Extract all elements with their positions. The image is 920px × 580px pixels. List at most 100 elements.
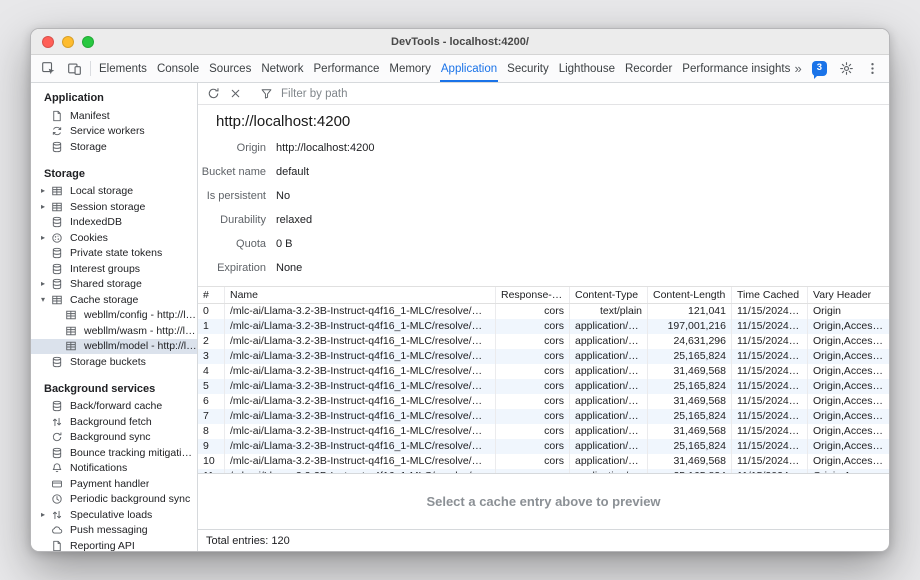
- expander-collapsed-icon[interactable]: ▸: [37, 234, 49, 242]
- more-options-icon[interactable]: [859, 61, 885, 76]
- cache-entry-row[interactable]: 5/mlc-ai/Llama-3.2-3B-Instruct-q4f16_1-M…: [198, 379, 889, 394]
- cell-response-type: cors: [495, 454, 569, 469]
- cell-name: /mlc-ai/Llama-3.2-3B-Instruct-q4f16_1-ML…: [224, 454, 495, 469]
- sidebar-item-bounce-tracking-mitigations[interactable]: Bounce tracking mitigations: [31, 445, 197, 461]
- database-icon: [49, 216, 65, 228]
- issues-badge[interactable]: 3: [812, 61, 827, 76]
- sidebar-item-cookies[interactable]: ▸ Cookies: [31, 230, 197, 246]
- sidebar-item-interest-groups[interactable]: Interest groups: [31, 261, 197, 277]
- sidebar-item-label: Service workers: [70, 125, 145, 137]
- column-header-content-type[interactable]: Content-Type: [569, 287, 647, 303]
- close-window-button[interactable]: [42, 36, 54, 48]
- column-header-vary-header[interactable]: Vary Header: [807, 287, 889, 303]
- cache-entry-row[interactable]: 0/mlc-ai/Llama-3.2-3B-Instruct-q4f16_1-M…: [198, 304, 889, 319]
- cell-vary-header: Origin,Access...: [807, 379, 889, 394]
- sidebar-item-private-state-tokens[interactable]: Private state tokens: [31, 246, 197, 262]
- cache-entry-row[interactable]: 4/mlc-ai/Llama-3.2-3B-Instruct-q4f16_1-M…: [198, 364, 889, 379]
- tab-recorder[interactable]: Recorder: [620, 55, 677, 82]
- cell-content-length: 31,469,568: [647, 424, 731, 439]
- minimize-window-button[interactable]: [62, 36, 74, 48]
- sidebar-item-webllm-config-http-loc[interactable]: webllm/config - http://loc...: [31, 308, 197, 324]
- cache-entry-row[interactable]: 10/mlc-ai/Llama-3.2-3B-Instruct-q4f16_1-…: [198, 454, 889, 469]
- tab-sources[interactable]: Sources: [204, 55, 256, 82]
- tab-network[interactable]: Network: [256, 55, 308, 82]
- sidebar-item-indexeddb[interactable]: IndexedDB: [31, 215, 197, 231]
- tab-elements[interactable]: Elements: [94, 55, 152, 82]
- sidebar-item-periodic-background-sync[interactable]: Periodic background sync: [31, 492, 197, 508]
- column-header-content-length[interactable]: Content-Length: [647, 287, 731, 303]
- cache-entry-row[interactable]: 6/mlc-ai/Llama-3.2-3B-Instruct-q4f16_1-M…: [198, 394, 889, 409]
- sidebar-item-storage[interactable]: Storage: [31, 139, 197, 155]
- sidebar-item-service-workers[interactable]: Service workers: [31, 124, 197, 140]
- tab-security[interactable]: Security: [502, 55, 554, 82]
- tab-console[interactable]: Console: [152, 55, 204, 82]
- device-toolbar-icon[interactable]: [61, 55, 87, 82]
- metadata-label: Origin: [198, 142, 266, 154]
- payment-card-icon: [49, 478, 65, 490]
- tab-label: Memory: [389, 63, 431, 75]
- sidebar-item-payment-handler[interactable]: Payment handler: [31, 476, 197, 492]
- tab-memory[interactable]: Memory: [384, 55, 436, 82]
- sidebar-item-speculative-loads[interactable]: ▸Speculative loads: [31, 507, 197, 523]
- sidebar-item-cache-storage[interactable]: ▾Cache storage: [31, 292, 197, 308]
- expander-collapsed-icon[interactable]: ▸: [37, 511, 49, 519]
- sidebar-item-background-sync[interactable]: Background sync: [31, 430, 197, 446]
- cache-entry-row[interactable]: 3/mlc-ai/Llama-3.2-3B-Instruct-q4f16_1-M…: [198, 349, 889, 364]
- tab-label: Application: [441, 63, 497, 75]
- cache-entry-row[interactable]: 7/mlc-ai/Llama-3.2-3B-Instruct-q4f16_1-M…: [198, 409, 889, 424]
- sidebar-item-webllm-model-http-loc[interactable]: webllm/model - http://loc...: [31, 339, 197, 355]
- cell-response-type: cors: [495, 319, 569, 334]
- zoom-window-button[interactable]: [82, 36, 94, 48]
- column-header-name[interactable]: Name: [224, 287, 495, 303]
- expander-collapsed-icon[interactable]: ▸: [37, 280, 49, 288]
- bell-icon: [49, 462, 65, 474]
- tab-application[interactable]: Application: [436, 55, 502, 82]
- sidebar-item-shared-storage[interactable]: ▸Shared storage: [31, 277, 197, 293]
- sidebar-item-reporting-api[interactable]: Reporting API: [31, 538, 197, 551]
- sidebar-item-manifest[interactable]: Manifest: [31, 108, 197, 124]
- cell-: 9: [198, 439, 224, 454]
- column-header-time-cached[interactable]: Time Cached: [731, 287, 807, 303]
- tab-performance-insights[interactable]: Performance insights: [677, 55, 790, 82]
- window-titlebar[interactable]: DevTools - localhost:4200/: [31, 29, 889, 55]
- cell-content-type: application/oc...: [569, 409, 647, 424]
- cache-entry-row[interactable]: 1/mlc-ai/Llama-3.2-3B-Instruct-q4f16_1-M…: [198, 319, 889, 334]
- expander-collapsed-icon[interactable]: ▸: [37, 187, 49, 195]
- filter-input[interactable]: [281, 88, 884, 100]
- column-header-[interactable]: #: [198, 287, 224, 303]
- cell-name: /mlc-ai/Llama-3.2-3B-Instruct-q4f16_1-ML…: [224, 424, 495, 439]
- sidebar-item-storage-buckets[interactable]: Storage buckets: [31, 354, 197, 370]
- document-icon: [49, 540, 65, 551]
- tab-label: Network: [261, 63, 303, 75]
- sidebar-item-webllm-wasm-http-loca[interactable]: webllm/wasm - http://loca...: [31, 323, 197, 339]
- expander-collapsed-icon[interactable]: ▸: [37, 203, 49, 211]
- sidebar-item-label: Push messaging: [70, 524, 148, 536]
- sidebar-item-label: Cookies: [70, 232, 108, 244]
- sidebar-item-background-fetch[interactable]: Background fetch: [31, 414, 197, 430]
- sidebar-item-local-storage[interactable]: ▸Local storage: [31, 184, 197, 200]
- inspect-cursor-icon[interactable]: [35, 55, 61, 82]
- tab-performance[interactable]: Performance: [309, 55, 385, 82]
- cell-content-type: application/oc...: [569, 394, 647, 409]
- cell-vary-header: Origin,Access...: [807, 424, 889, 439]
- refresh-button[interactable]: [203, 85, 223, 103]
- column-header-response-type[interactable]: Response-Type: [495, 287, 569, 303]
- sidebar-item-back-forward-cache[interactable]: Back/forward cache: [31, 399, 197, 415]
- preview-placeholder-text: Select a cache entry above to preview: [426, 494, 660, 509]
- sidebar-section-title: Application: [31, 87, 197, 108]
- sidebar-section-title: Storage: [31, 163, 197, 184]
- cache-entry-row[interactable]: 11/mlc-ai/Llama-3.2-3B-Instruct-q4f16_1-…: [198, 469, 889, 473]
- more-tabs-icon[interactable]: »: [790, 61, 805, 76]
- delete-selected-button[interactable]: [225, 85, 245, 103]
- metadata-row-durability: Durabilityrelaxed: [198, 208, 889, 232]
- sidebar-item-notifications[interactable]: Notifications: [31, 461, 197, 477]
- sidebar-item-push-messaging[interactable]: Push messaging: [31, 523, 197, 539]
- cache-entry-row[interactable]: 9/mlc-ai/Llama-3.2-3B-Instruct-q4f16_1-M…: [198, 439, 889, 454]
- tab-label: Lighthouse: [559, 63, 615, 75]
- cache-entry-row[interactable]: 2/mlc-ai/Llama-3.2-3B-Instruct-q4f16_1-M…: [198, 334, 889, 349]
- cache-entry-row[interactable]: 8/mlc-ai/Llama-3.2-3B-Instruct-q4f16_1-M…: [198, 424, 889, 439]
- expander-expanded-icon[interactable]: ▾: [37, 296, 49, 304]
- tab-lighthouse[interactable]: Lighthouse: [554, 55, 620, 82]
- sidebar-item-session-storage[interactable]: ▸Session storage: [31, 199, 197, 215]
- settings-gear-icon[interactable]: [833, 61, 859, 76]
